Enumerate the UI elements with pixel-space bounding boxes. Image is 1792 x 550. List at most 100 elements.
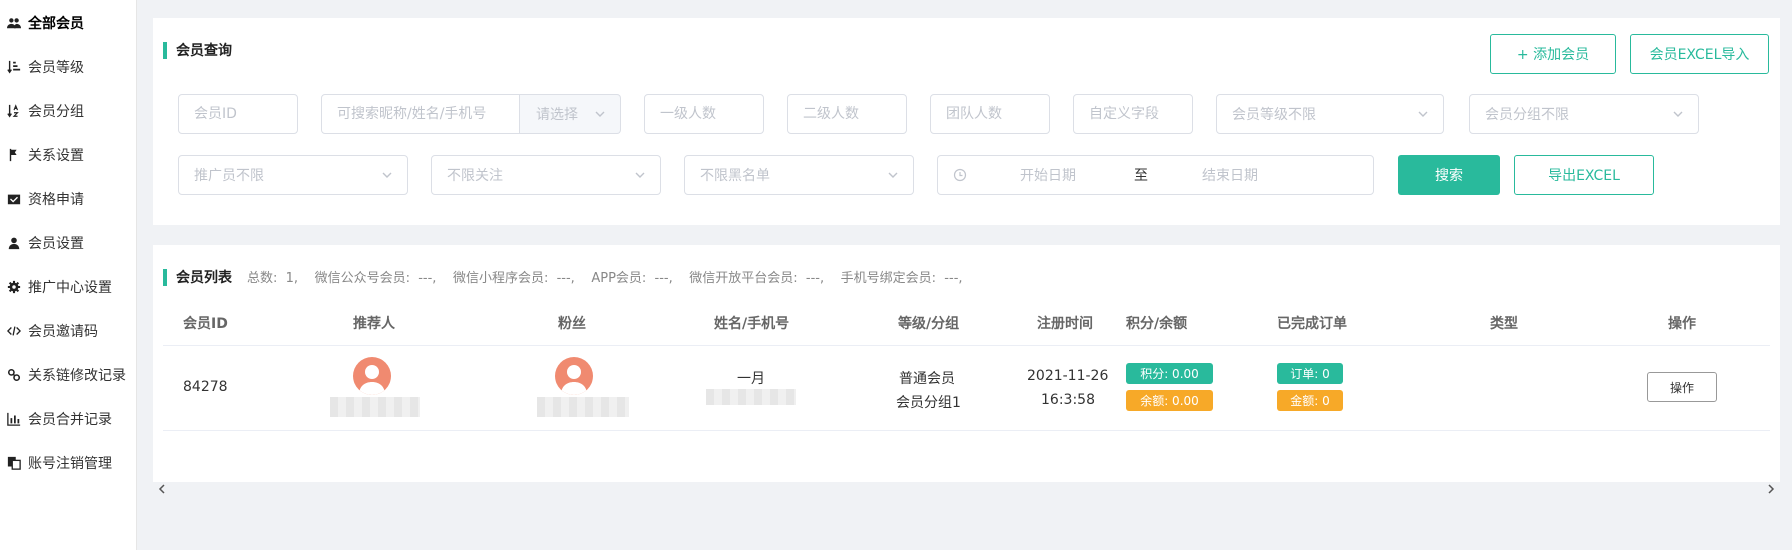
custom-field-input[interactable]	[1073, 94, 1193, 134]
orders-badge: 订单: 0	[1277, 363, 1343, 384]
date-range-picker[interactable]: 开始日期 至 结束日期	[937, 155, 1374, 195]
sidebar-item-label: 关系设置	[28, 148, 84, 164]
sidebar-item-label: 会员合并记录	[28, 412, 112, 428]
gear-icon	[6, 279, 22, 295]
sort-alpha-icon	[6, 103, 22, 119]
member-group-cell: 会员分组1	[896, 395, 961, 411]
reg-date-cell: 2021-11-26	[1027, 368, 1109, 384]
blacklist-select[interactable]: 不限黑名单	[684, 155, 914, 195]
chevron-down-icon	[1417, 108, 1429, 120]
sidebar-item-all-members[interactable]: 全部会员	[0, 3, 137, 43]
user-icon	[6, 235, 22, 251]
level2-count-input[interactable]	[787, 94, 907, 134]
chevron-down-icon	[381, 169, 393, 181]
blacklist-value: 不限黑名单	[700, 168, 770, 184]
code-icon	[6, 323, 22, 339]
promoter-value: 推广员不限	[194, 168, 264, 184]
col-header-reg-time: 注册时间	[1037, 316, 1093, 332]
col-header-referrer: 推荐人	[353, 316, 395, 332]
member-name-cell: 一月	[737, 371, 765, 387]
referrer-name-redacted	[330, 397, 420, 417]
col-header-actions: 操作	[1668, 316, 1696, 332]
keyword-type-select[interactable]: 请选择	[520, 94, 621, 134]
sidebar-item-label: 会员等级	[28, 60, 84, 76]
referrer-avatar[interactable]	[353, 357, 391, 395]
member-group-select[interactable]: 会员分组不限	[1469, 94, 1699, 134]
fan-avatar[interactable]	[555, 357, 593, 395]
keyword-type-value: 请选择	[536, 107, 578, 123]
sidebar-item-account-cancel[interactable]: 账号注销管理	[0, 443, 137, 483]
chevron-down-icon	[634, 169, 646, 181]
member-stats: 总数: 1, 微信公众号会员: ---, 微信小程序会员: ---, APP会员…	[247, 271, 963, 286]
flag-icon	[6, 147, 22, 163]
sidebar-item-relation-settings[interactable]: 关系设置	[0, 135, 137, 175]
sidebar-item-label: 会员设置	[28, 236, 84, 252]
sidebar-item-merge-log[interactable]: 会员合并记录	[0, 399, 137, 439]
chevron-down-icon	[887, 169, 899, 181]
sidebar-item-promo-center[interactable]: 推广中心设置	[0, 267, 137, 307]
points-badge: 积分: 0.00	[1126, 363, 1213, 384]
amount-badge: 金额: 0	[1277, 390, 1343, 411]
chevron-down-icon	[1672, 108, 1684, 120]
follow-select[interactable]: 不限关注	[431, 155, 661, 195]
member-level-cell: 普通会员	[899, 371, 955, 387]
search-button[interactable]: 搜索	[1398, 155, 1500, 195]
follow-value: 不限关注	[447, 168, 503, 184]
sidebar-item-label: 会员分组	[28, 104, 84, 120]
row-action-button[interactable]: 操作	[1647, 372, 1717, 402]
end-date-input[interactable]: 结束日期	[1202, 165, 1258, 185]
sidebar-item-member-level[interactable]: 会员等级	[0, 47, 137, 87]
team-count-input[interactable]	[930, 94, 1050, 134]
clock-icon	[953, 168, 967, 182]
sidebar-item-qualification[interactable]: 资格申请	[0, 179, 137, 219]
date-separator: 至	[1134, 168, 1148, 184]
member-id-input[interactable]	[178, 94, 298, 134]
bar-chart-icon	[6, 411, 22, 427]
reg-time-cell: 16:3:58	[1041, 392, 1095, 408]
col-header-name-phone: 姓名/手机号	[714, 316, 790, 332]
promoter-select[interactable]: 推广员不限	[178, 155, 408, 195]
start-date-input[interactable]: 开始日期	[1020, 165, 1076, 185]
table-row-divider	[163, 430, 1770, 431]
list-section-title: 会员列表	[163, 267, 232, 287]
member-level-value: 会员等级不限	[1232, 107, 1316, 123]
sidebar-item-member-group[interactable]: 会员分组	[0, 91, 137, 131]
sidebar: 全部会员 会员等级 会员分组 关系设置 资格申请 会员设置 推广中心设置 会员邀…	[0, 0, 137, 550]
sidebar-item-label: 推广中心设置	[28, 280, 112, 296]
member-level-select[interactable]: 会员等级不限	[1216, 94, 1444, 134]
copy-icon	[6, 455, 22, 471]
fan-name-redacted	[537, 397, 629, 417]
sidebar-item-label: 全部会员	[28, 16, 84, 32]
sidebar-item-relation-log[interactable]: 关系链修改记录	[0, 355, 137, 395]
balance-badge: 余额: 0.00	[1126, 390, 1213, 411]
member-id-cell: 84278	[183, 379, 228, 395]
table-horizontal-scrollbar[interactable]	[153, 482, 1780, 496]
level1-count-input[interactable]	[644, 94, 764, 134]
query-section-title: 会员查询	[163, 40, 232, 60]
excel-import-button[interactable]: 会员EXCEL导入	[1630, 34, 1769, 74]
member-group-value: 会员分组不限	[1485, 107, 1569, 123]
table-header-divider	[163, 345, 1770, 346]
col-header-completed-orders: 已完成订单	[1277, 316, 1347, 332]
sort-amount-icon	[6, 59, 22, 75]
col-header-points-balance: 积分/余额	[1126, 316, 1188, 332]
export-excel-button[interactable]: 导出EXCEL	[1514, 155, 1654, 195]
sidebar-item-label: 关系链修改记录	[28, 368, 126, 384]
sidebar-item-label: 资格申请	[28, 192, 84, 208]
sidebar-item-invite-code[interactable]: 会员邀请码	[0, 311, 137, 351]
scroll-left-icon[interactable]	[155, 482, 169, 496]
scroll-right-icon[interactable]	[1764, 482, 1778, 496]
add-member-button[interactable]: + 添加会员	[1490, 34, 1616, 74]
sidebar-item-label: 会员邀请码	[28, 324, 98, 340]
users-icon	[6, 15, 22, 31]
keyword-search-input[interactable]	[321, 94, 520, 134]
col-header-level-group: 等级/分组	[898, 316, 960, 332]
sidebar-item-label: 账号注销管理	[28, 456, 112, 472]
chevron-down-icon	[594, 108, 606, 120]
col-header-member-id: 会员ID	[183, 316, 228, 332]
inbox-icon	[6, 191, 22, 207]
sidebar-item-member-settings[interactable]: 会员设置	[0, 223, 137, 263]
member-phone-redacted	[706, 389, 796, 405]
col-header-fans: 粉丝	[558, 316, 586, 332]
col-header-type: 类型	[1490, 316, 1518, 332]
